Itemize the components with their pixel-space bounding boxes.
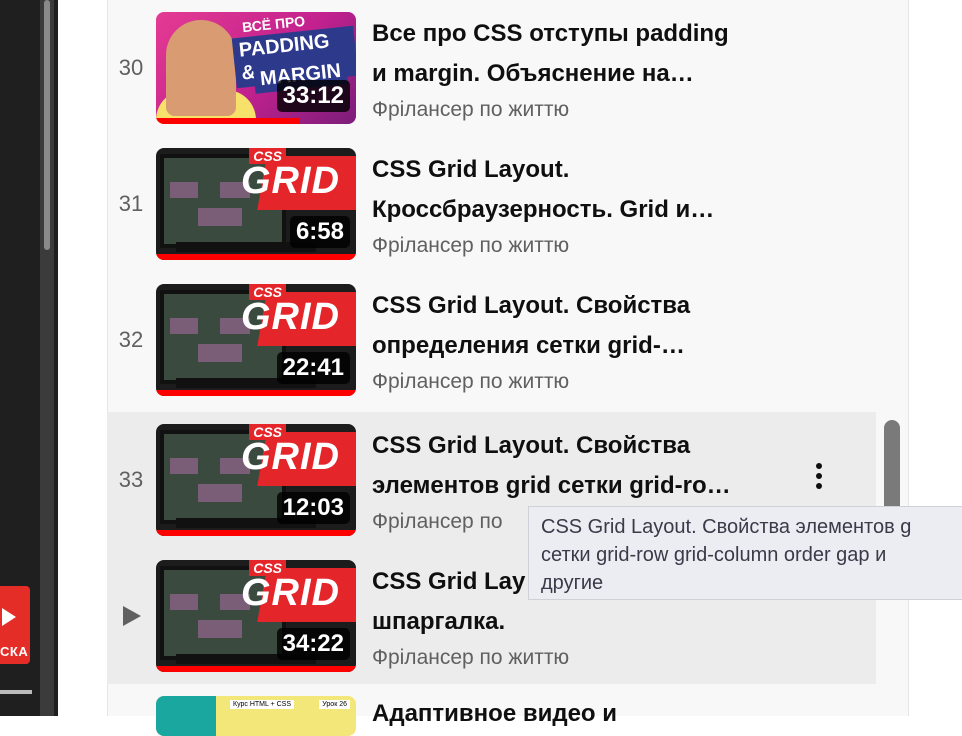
video-thumbnail[interactable]: CSS GRID 34:22 (156, 560, 356, 672)
play-triangle-icon (2, 608, 16, 626)
video-title[interactable]: CSS Grid Layout. Свойства определения се… (372, 286, 772, 366)
playlist-index: 31 (118, 191, 144, 216)
video-title[interactable]: CSS Grid Layout. Кроссбраузерность. Grid… (372, 150, 772, 230)
video-title-line: CSS Grid Layout. Свойства (372, 432, 691, 459)
playlist-index: 30 (118, 55, 144, 80)
watched-progress-bar (156, 666, 356, 672)
playlist-index: 32 (118, 327, 144, 352)
thumb-cell (198, 620, 242, 638)
video-title-line: элементов grid сетки grid-ro… (372, 472, 731, 499)
channel-name[interactable]: Фрілансер по життю (372, 234, 569, 258)
thumb-caption: Курс HTML + CSS (230, 700, 295, 709)
video-thumbnail[interactable]: CSS GRID 12:03 (156, 424, 356, 536)
video-thumbnail[interactable]: Курс HTML + CSS Урок 26 (156, 696, 356, 736)
left-progress-bar (0, 690, 32, 694)
duration-badge: 34:22 (276, 628, 350, 660)
thumb-caption: Урок 26 (319, 700, 350, 709)
youtube-logo-icon[interactable]: СКА (0, 586, 30, 664)
video-thumbnail[interactable]: CSS GRID 22:41 (156, 284, 356, 396)
video-title-line: Все про CSS отступы padding (372, 20, 729, 47)
video-title-line: определения сетки grid-… (372, 332, 685, 359)
left-scrollbar-thumb[interactable] (44, 0, 50, 250)
thumb-caption: GRID (241, 296, 340, 338)
playlist-item[interactable]: 31 CSS GRID 6:58 CSS Grid Layout. Кроссб… (107, 136, 876, 272)
watched-progress-bar (156, 530, 356, 536)
video-thumbnail[interactable]: CSS GRID 6:58 (156, 148, 356, 260)
video-title-line: шпаргалка. (372, 608, 506, 635)
video-title[interactable]: Адаптивное видео и (372, 700, 617, 728)
thumb-cell (198, 344, 242, 362)
thumb-cell (198, 484, 242, 502)
title-tooltip: CSS Grid Layout. Свойства элементов g се… (528, 506, 962, 600)
video-title-line: CSS Grid Layout. Свойства (372, 292, 691, 319)
left-sidebar: СКА (0, 0, 58, 716)
watched-progress-bar (156, 118, 300, 124)
channel-name[interactable]: Фрілансер по життю (372, 646, 569, 670)
playlist-item[interactable]: 32 CSS GRID 22:41 CSS Grid Layout. Свойс… (107, 272, 876, 408)
thumb-cell (170, 182, 198, 198)
video-thumbnail[interactable]: ВСЁ ПРО PADDING & MARGIN 33:12 (156, 12, 356, 124)
video-title[interactable]: CSS Grid Layout. Свойства элементов grid… (372, 426, 772, 506)
video-title-line: Кроссбраузерность. Grid и… (372, 196, 715, 223)
now-playing-icon (123, 606, 141, 626)
playlist-item[interactable]: 30 ВСЁ ПРО PADDING & MARGIN 33:12 Все пр… (107, 0, 876, 136)
thumb-person (156, 696, 216, 736)
video-title[interactable]: Все про CSS отступы padding и margin. Об… (372, 14, 772, 94)
duration-badge: 22:41 (276, 352, 350, 384)
watched-progress-bar (156, 390, 356, 396)
thumb-cell (170, 594, 198, 610)
thumb-person (166, 20, 236, 116)
channel-name[interactable]: Фрілансер по (372, 510, 503, 534)
tooltip-line: другие (541, 572, 604, 594)
thumb-cell (170, 458, 198, 474)
thumb-caption: GRID (241, 572, 340, 614)
thumb-cell (170, 318, 198, 334)
thumb-caption: GRID (241, 436, 340, 478)
more-vert-icon[interactable] (809, 460, 829, 500)
channel-name[interactable]: Фрілансер по життю (372, 98, 569, 122)
playlist-item[interactable]: Курс HTML + CSS Урок 26 Адаптивное видео… (107, 688, 876, 736)
watched-progress-bar (156, 254, 356, 260)
channel-name[interactable]: Фрілансер по життю (372, 370, 569, 394)
tooltip-line: сетки grid-row grid-column order gap и (541, 544, 887, 566)
playlist-index: 33 (118, 467, 144, 492)
duration-badge: 33:12 (276, 80, 350, 112)
duration-badge: 6:58 (289, 216, 350, 248)
duration-badge: 12:03 (276, 492, 350, 524)
tooltip-line: CSS Grid Layout. Свойства элементов g (541, 516, 912, 538)
video-title-line: и margin. Объяснение на… (372, 60, 694, 87)
logo-text: СКА (0, 644, 29, 659)
thumb-caption: GRID (241, 160, 340, 202)
video-title-line: CSS Grid Layout. (372, 156, 570, 183)
thumb-cell (198, 208, 242, 226)
